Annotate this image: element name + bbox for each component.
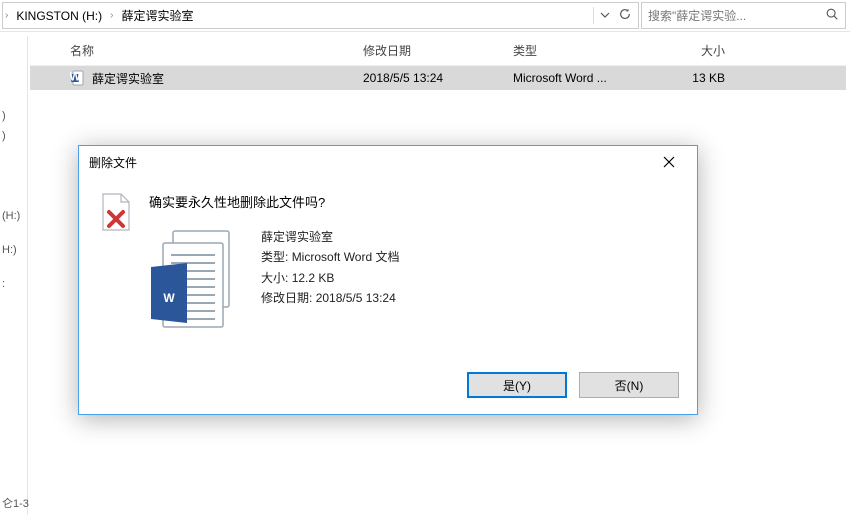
file-type: Microsoft Word ...: [505, 71, 655, 85]
col-name[interactable]: 名称: [30, 42, 355, 59]
meta-type-label: 类型:: [261, 250, 288, 264]
dialog-file-info: W 薛定谔实验室 类型: Microsoft Word 文档 大小: 12.2 …: [149, 227, 677, 335]
meta-type: Microsoft Word 文档: [292, 250, 400, 264]
delete-warning-icon: [99, 192, 131, 335]
sidebar-text: ): [0, 106, 27, 126]
file-date: 2018/5/5 13:24: [355, 71, 505, 85]
search-icon[interactable]: [825, 7, 839, 24]
close-icon: [663, 156, 675, 168]
meta-size-label: 大小:: [261, 271, 288, 285]
address-bar[interactable]: › KINGSTON (H:) › 薛定谔实验室: [2, 2, 639, 29]
close-button[interactable]: [649, 149, 689, 175]
dialog-question: 确实要永久性地删除此文件吗?: [149, 192, 677, 211]
dialog-buttons: 是(Y) 否(N): [467, 372, 679, 398]
no-button[interactable]: 否(N): [579, 372, 679, 398]
word-doc-icon: W: [70, 70, 86, 86]
dialog-body: 确实要永久性地删除此文件吗? W 薛定谔实验室 类型: Micros: [79, 178, 697, 345]
file-name: 薛定谔实验室: [92, 70, 164, 87]
search-box[interactable]: [641, 2, 846, 29]
refresh-icon[interactable]: [618, 7, 632, 24]
dialog-titlebar: 删除文件: [79, 146, 697, 178]
chevron-right-icon[interactable]: ›: [3, 10, 10, 21]
col-size[interactable]: 大小: [655, 42, 755, 59]
dialog-file-name: 薛定谔实验室: [261, 227, 399, 247]
bottom-text: 仑1-3: [0, 495, 29, 511]
breadcrumb-folder[interactable]: 薛定谔实验室: [115, 3, 199, 28]
dialog-meta: 薛定谔实验室 类型: Microsoft Word 文档 大小: 12.2 KB…: [261, 227, 399, 309]
sidebar-text: H:): [0, 240, 27, 260]
search-input[interactable]: [648, 9, 825, 23]
meta-date: 2018/5/5 13:24: [316, 291, 396, 305]
sidebar-text: (H:): [0, 206, 27, 226]
svg-text:W: W: [163, 291, 175, 305]
explorer-window: › KINGSTON (H:) › 薛定谔实验室 ) ) (H:): [0, 0, 850, 515]
address-row: › KINGSTON (H:) › 薛定谔实验室: [0, 0, 850, 32]
meta-date-label: 修改日期:: [261, 291, 312, 305]
breadcrumb-drive[interactable]: KINGSTON (H:): [10, 3, 108, 28]
meta-size: 12.2 KB: [292, 271, 335, 285]
delete-dialog: 删除文件 确实要永久性地删除此文件吗?: [78, 145, 698, 415]
address-actions: [593, 7, 638, 24]
yes-button[interactable]: 是(Y): [467, 372, 567, 398]
chevron-right-icon[interactable]: ›: [108, 10, 115, 21]
dialog-main: 确实要永久性地删除此文件吗? W 薛定谔实验室 类型: Micros: [149, 192, 677, 335]
column-headers: 名称 修改日期 类型 大小: [30, 36, 846, 66]
dialog-title: 删除文件: [89, 154, 137, 171]
table-row[interactable]: W 薛定谔实验室 2018/5/5 13:24 Microsoft Word .…: [30, 66, 846, 90]
sidebar-fragment: ) ) (H:) H:) :: [0, 36, 28, 515]
sidebar-text: :: [0, 274, 27, 294]
file-size: 13 KB: [655, 71, 755, 85]
dropdown-icon[interactable]: [600, 9, 610, 23]
col-date[interactable]: 修改日期: [355, 42, 505, 59]
sidebar-text: ): [0, 126, 27, 146]
svg-text:W: W: [70, 70, 81, 84]
word-doc-large-icon: W: [149, 227, 237, 335]
col-type[interactable]: 类型: [505, 42, 655, 59]
